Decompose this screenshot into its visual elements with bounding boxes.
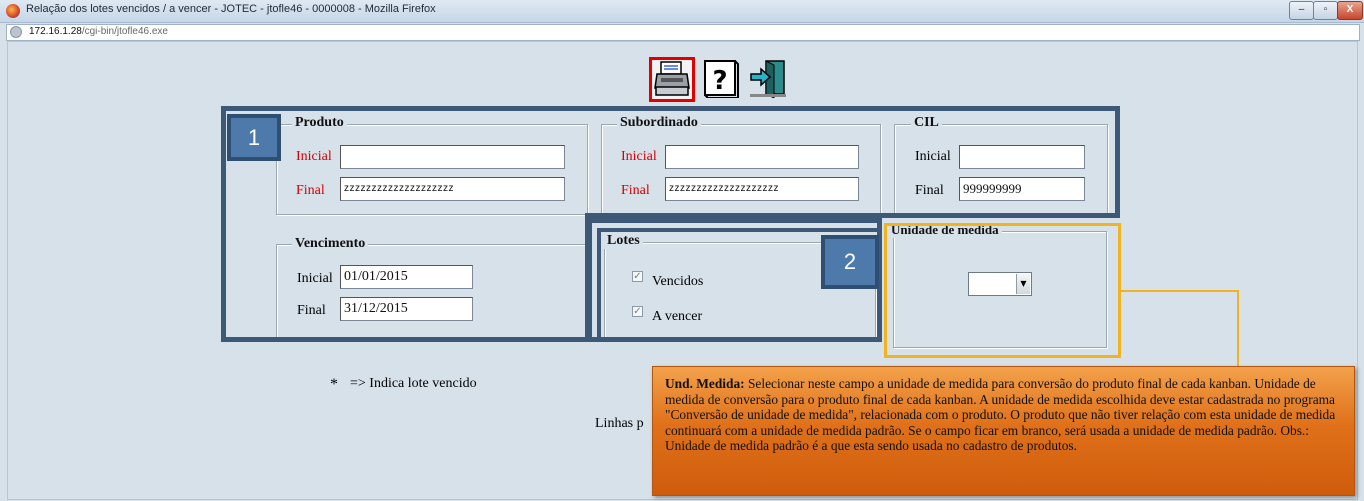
help-icon[interactable]: ? (701, 58, 741, 100)
site-identity-icon (10, 26, 22, 38)
unidade-help-tooltip: Und. Medida: Selecionar neste campo a un… (652, 366, 1355, 496)
connector-line-vertical (1237, 290, 1239, 368)
close-window-button[interactable]: X (1337, 1, 1363, 20)
firefox-icon (6, 4, 20, 18)
window-title: Relação dos lotes vencidos / a vencer - … (26, 3, 436, 15)
highlight-box-unidade (884, 223, 1121, 358)
url-text: 172.16.1.28/cgi-bin/jtofle46.exe (29, 26, 168, 37)
highlight-box-2-inner-left (597, 228, 601, 338)
url-host: 172.16.1.28 (29, 26, 82, 37)
maximize-button[interactable]: ▫ (1313, 1, 1338, 20)
help-glyph: ? (712, 66, 727, 96)
note-text: => Indica lote vencido (350, 376, 477, 391)
url-path: /cgi-bin/jtofle46.exe (81, 26, 168, 37)
note-asterisk: * (330, 376, 338, 393)
highlight-box-1-bottom (221, 213, 590, 342)
badge-1: 1 (227, 114, 281, 161)
tooltip-title: Und. Medida: (665, 376, 745, 391)
connector-line-horizontal (1121, 290, 1238, 292)
printer-icon[interactable] (652, 58, 692, 100)
badge-2: 2 (821, 235, 879, 289)
minimize-button[interactable]: – (1289, 1, 1314, 20)
linhas-label: Linhas p (595, 416, 644, 431)
highlight-box-1-top (221, 106, 1120, 218)
highlight-box-2-inner-top (597, 228, 877, 232)
exit-door-icon[interactable] (748, 58, 788, 100)
address-bar[interactable]: 172.16.1.28/cgi-bin/jtofle46.exe (6, 24, 1360, 41)
window-title-bar: Relação dos lotes vencidos / a vencer - … (0, 0, 1364, 23)
tooltip-text: Selecionar neste campo a unidade de medi… (665, 376, 1336, 454)
